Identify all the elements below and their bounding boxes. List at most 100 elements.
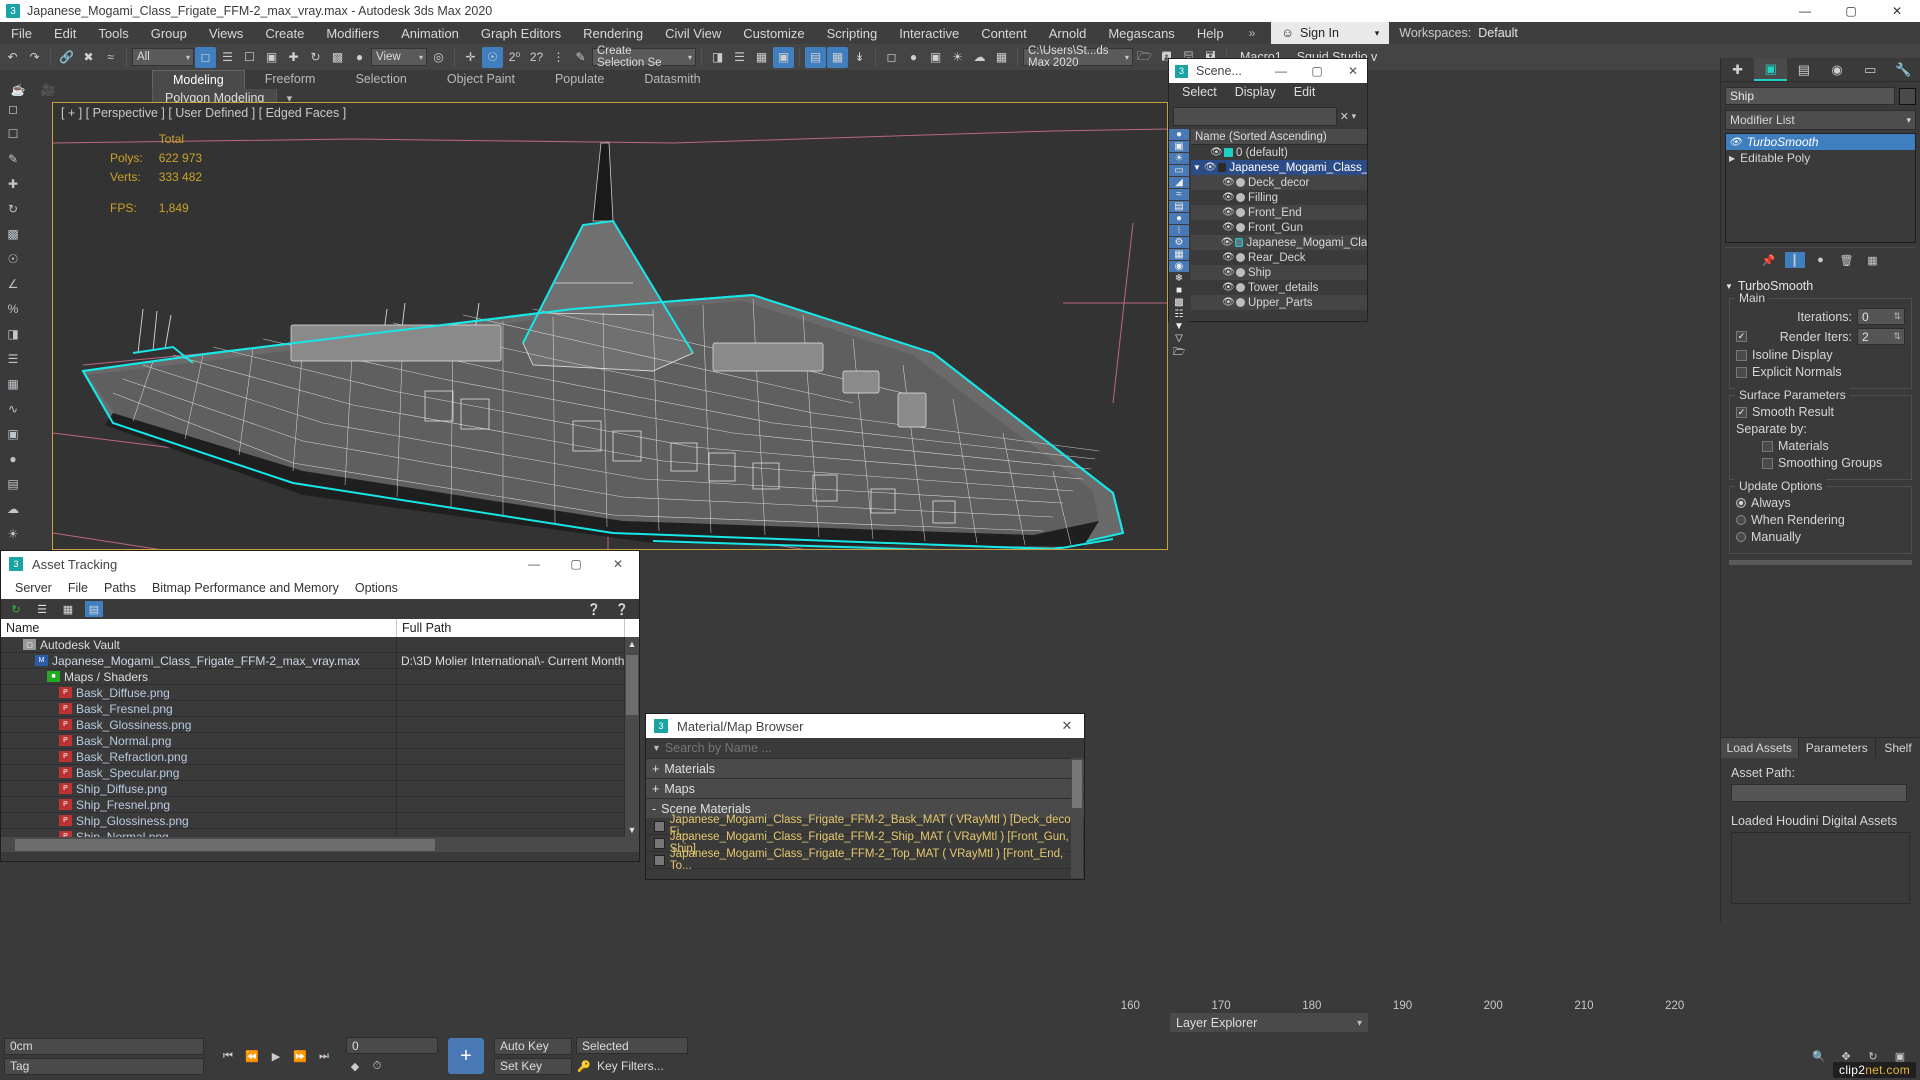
xrefs-icon[interactable]: ● — [1169, 213, 1189, 224]
curve-editor-icon[interactable]: ▤ — [805, 46, 826, 68]
helpers-icon[interactable]: ◢ — [1169, 177, 1189, 188]
scene-explorer-minimize-button[interactable]: — — [1267, 64, 1295, 78]
scene-explorer-panel[interactable]: 3 Scene... — ▢ ✕ Select Display Edit ✕ ▾… — [1168, 58, 1368, 362]
scrollbar-thumb[interactable] — [626, 655, 638, 715]
scale-icon[interactable]: ▩ — [3, 225, 23, 243]
grid-view-icon[interactable]: ▤ — [85, 601, 103, 617]
play-icon[interactable]: ▶ — [266, 1047, 286, 1065]
frame-number-field[interactable]: 0 — [346, 1037, 438, 1054]
menu-item-animation[interactable]: Animation — [390, 23, 470, 44]
context-help-icon[interactable]: ❔ — [613, 601, 631, 617]
all-objects-icon[interactable]: ● — [1169, 129, 1189, 140]
material-map-browser-window[interactable]: 3 Material/Map Browser ✕ ▼ + Materials +… — [645, 713, 1085, 880]
funnel-icon[interactable]: ▽ — [1169, 333, 1189, 344]
window-crossing-icon[interactable]: ▣ — [261, 47, 282, 68]
menu-item-views[interactable]: Views — [198, 23, 254, 44]
selection-filter-dropdown[interactable]: All — [132, 48, 194, 66]
visibility-eye-icon[interactable]: 👁 — [1210, 147, 1223, 158]
asset-tracking-grid[interactable]: Name Full Path ▢ Autodesk Vault M Japane… — [1, 619, 639, 837]
cameras-icon[interactable]: ▭ — [1169, 165, 1189, 176]
align-icon[interactable]: ☰ — [3, 350, 23, 368]
spinner-snap-icon[interactable]: 2? — [526, 47, 547, 68]
visibility-eye-icon[interactable]: 👁 — [1222, 192, 1235, 203]
visibility-eye-icon[interactable]: 👁 — [1222, 282, 1235, 293]
bind-to-space-warp-icon[interactable]: ≈ — [100, 47, 121, 68]
groups-icon[interactable]: ▤ — [1169, 201, 1189, 212]
rollout-scroll-indicator[interactable] — [1729, 560, 1912, 565]
material-search-input[interactable] — [664, 741, 1084, 755]
select-object-icon[interactable]: ◻ — [3, 100, 23, 118]
menu-item-edit[interactable]: Edit — [43, 23, 87, 44]
ribbon-tab-object-paint[interactable]: Object Paint — [427, 70, 535, 89]
update-when-rendering-radio[interactable] — [1736, 515, 1746, 525]
select-by-name-icon[interactable]: ☰ — [217, 47, 238, 68]
set-key-button[interactable]: Set Key — [494, 1057, 572, 1075]
menu-item-modifiers[interactable]: Modifiers — [315, 23, 390, 44]
asset-menu-bitmap-performance[interactable]: Bitmap Performance and Memory — [144, 579, 347, 597]
edit-named-selection-icon[interactable]: ✎ — [570, 47, 591, 68]
material-browser-search[interactable]: ▼ — [646, 738, 1084, 758]
scene-explorer-row[interactable]: 👁 Ship — [1191, 265, 1367, 280]
scene-explorer-column-header[interactable]: Name (Sorted Ascending) — [1191, 129, 1367, 145]
menu-item-customize[interactable]: Customize — [732, 23, 815, 44]
utilities-tab[interactable]: 🔧 — [1887, 58, 1920, 81]
scrollbar-thumb[interactable] — [15, 838, 435, 851]
asset-row[interactable]: P Bask_Normal.png — [1, 733, 639, 749]
scene-explorer-menu-display[interactable]: Display — [1226, 83, 1285, 103]
selected-dropdown[interactable]: Selected — [576, 1037, 688, 1054]
ribbon-tab-modeling[interactable]: Modeling — [152, 70, 245, 89]
ribbon-tab-populate[interactable]: Populate — [535, 70, 624, 89]
select-object-icon[interactable]: ◻ — [195, 46, 216, 68]
modifier-list-dropdown[interactable]: Modifier List — [1725, 110, 1916, 130]
loaded-houdini-assets-list[interactable] — [1731, 832, 1910, 904]
scrollbar-thumb[interactable] — [1072, 760, 1082, 808]
asset-tracking-close-button[interactable]: ✕ — [597, 551, 639, 577]
scene-explorer-search[interactable]: ✕ ▾ — [1173, 105, 1363, 127]
asset-row[interactable]: P Bask_Glossiness.png — [1, 717, 639, 733]
column-header-name[interactable]: Name — [1, 619, 397, 637]
display-icon[interactable]: ▩ — [1169, 297, 1189, 308]
layer-explorer-icon[interactable]: ▦ — [751, 47, 772, 68]
modifier-eye-icon[interactable]: 👁 — [1729, 137, 1742, 148]
asset-row[interactable]: ▢ Autodesk Vault — [1, 637, 639, 653]
smooth-result-checkbox[interactable]: ✓ — [1736, 406, 1747, 418]
undo-icon[interactable]: ↶ — [2, 47, 23, 68]
schematic-view-icon[interactable]: ▣ — [3, 425, 23, 443]
space-warps-icon[interactable]: ≈ — [1169, 189, 1189, 200]
scene-explorer-row[interactable]: 👁 Filling — [1191, 190, 1367, 205]
expand-sign-icon[interactable]: + — [652, 762, 659, 776]
particles-icon[interactable]: ⁝ — [1169, 225, 1189, 236]
unlink-selection-icon[interactable]: ✖ — [78, 47, 99, 68]
render-setup-icon[interactable]: ▣ — [925, 47, 946, 68]
snap-icon[interactable]: ☉ — [3, 250, 23, 268]
time-config-icon[interactable]: ⏱ — [368, 1057, 386, 1075]
material-browser-group-materials[interactable]: + Materials — [646, 758, 1084, 778]
paint-select-icon[interactable]: ✎ — [3, 150, 23, 168]
minimize-button[interactable]: — — [1782, 0, 1828, 22]
modifier-stack-item-editable-poly[interactable]: ▶ Editable Poly — [1726, 150, 1915, 166]
menu-item-content[interactable]: Content — [970, 23, 1038, 44]
previous-frame-icon[interactable]: ⏪ — [242, 1047, 262, 1065]
asset-tracking-window[interactable]: 3 Asset Tracking — ▢ ✕ Server File Paths… — [0, 550, 640, 862]
mirror-icon[interactable]: ◨ — [3, 325, 23, 343]
menu-item-help[interactable]: Help — [1186, 23, 1235, 44]
sort-icon[interactable]: ↡ — [849, 47, 870, 68]
select-and-place-icon[interactable]: ● — [349, 47, 370, 68]
asset-row[interactable]: P Bask_Diffuse.png — [1, 685, 639, 701]
asset-row[interactable]: P Ship_Fresnel.png — [1, 797, 639, 813]
visibility-eye-icon[interactable]: 👁 — [1222, 177, 1235, 188]
iterations-spinner[interactable]: 0 — [1857, 308, 1905, 325]
expand-triangle-icon[interactable]: ▼ — [1193, 163, 1201, 172]
visibility-eye-icon[interactable]: 👁 — [1222, 297, 1235, 308]
asset-menu-options[interactable]: Options — [347, 579, 406, 597]
material-browser-close-button[interactable]: ✕ — [1050, 718, 1084, 734]
percent-snap-icon[interactable]: % — [3, 300, 23, 318]
modifier-stack-item-turbosmooth[interactable]: 👁 TurboSmooth — [1726, 134, 1915, 150]
thumbnail-view-icon[interactable]: ▦ — [59, 601, 77, 617]
go-to-end-icon[interactable]: ⏭ — [314, 1047, 334, 1065]
select-and-rotate-icon[interactable]: ↻ — [305, 47, 326, 68]
material-editor-icon[interactable]: ● — [903, 47, 924, 68]
asset-tracking-maximize-button[interactable]: ▢ — [555, 551, 597, 577]
visibility-eye-icon[interactable]: 👁 — [1221, 237, 1234, 248]
maximize-button[interactable]: ▢ — [1828, 0, 1874, 22]
